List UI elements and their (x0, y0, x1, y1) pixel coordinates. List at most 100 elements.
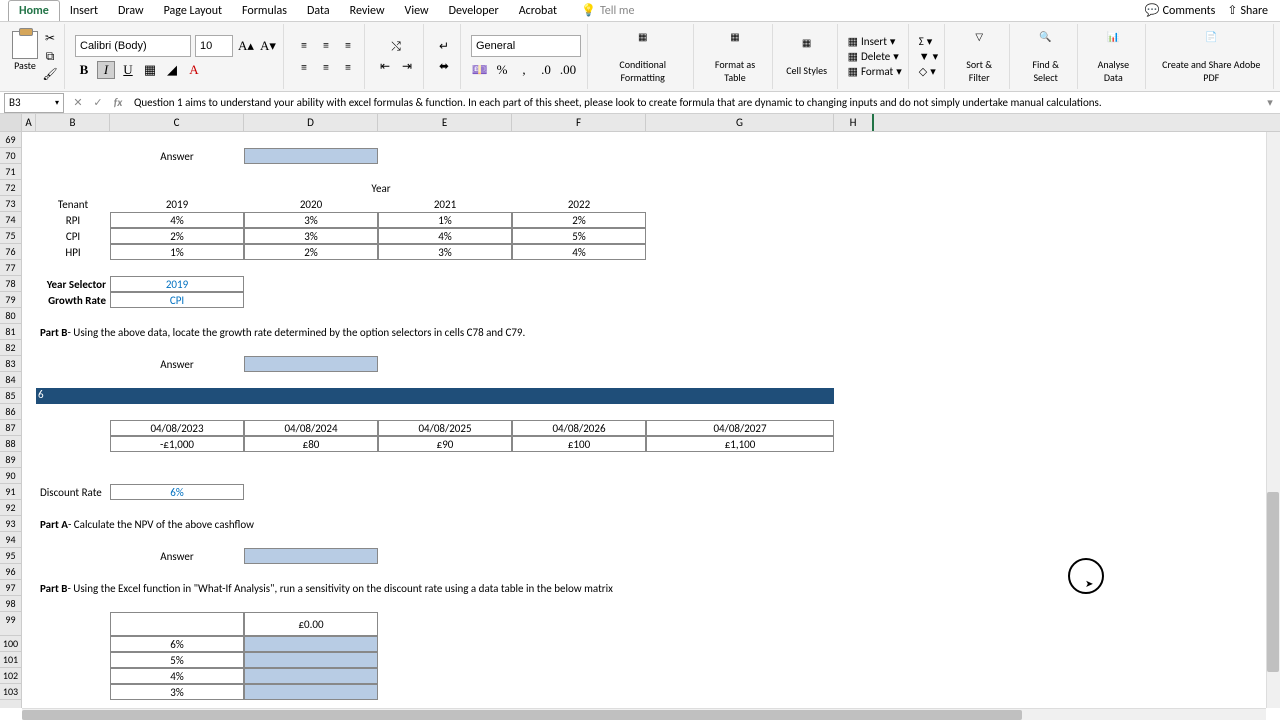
row-header[interactable]: 99 (0, 612, 21, 636)
tab-developer[interactable]: Developer (439, 1, 509, 21)
expand-formula-icon[interactable]: ▾ (1260, 96, 1280, 109)
cancel-formula-icon[interactable]: ✕ (68, 96, 88, 109)
row-header[interactable]: 76 (0, 244, 21, 260)
fill-color-button[interactable]: ◢ (163, 61, 181, 79)
cell[interactable]: 5% (512, 228, 646, 244)
row-header[interactable]: 72 (0, 180, 21, 196)
col-header-f[interactable]: F (512, 114, 646, 131)
format-painter-icon[interactable]: 🖌 (42, 67, 58, 83)
cell[interactable]: 04/08/2027 (646, 420, 834, 436)
col-header-c[interactable]: C (110, 114, 244, 131)
tab-formulas[interactable]: Formulas (232, 1, 297, 21)
conditional-formatting-button[interactable]: ▦Conditional Formatting (598, 30, 687, 84)
cell[interactable]: HPI (36, 244, 110, 260)
col-header-h[interactable]: H (834, 114, 874, 131)
cell[interactable]: CPI (36, 228, 110, 244)
cell[interactable]: 04/08/2025 (378, 420, 512, 436)
year-selector-input[interactable]: 2019 (110, 276, 244, 292)
row-header[interactable]: 94 (0, 532, 21, 548)
cell[interactable]: 4% (378, 228, 512, 244)
cell[interactable]: 2% (244, 244, 378, 260)
row-header[interactable]: 100 (0, 636, 21, 652)
increase-font-icon[interactable]: A▴ (237, 37, 255, 55)
cell[interactable] (244, 636, 378, 652)
answer-cell[interactable] (244, 548, 378, 564)
row-header[interactable]: 89 (0, 452, 21, 468)
formula-input[interactable]: Question 1 aims to understand your abili… (128, 96, 1260, 109)
row-header[interactable]: 78 (0, 276, 21, 292)
cell[interactable]: 2020 (244, 196, 378, 212)
clear-button[interactable]: ◇▾ (919, 65, 938, 78)
cell[interactable]: 2021 (378, 196, 512, 212)
paste-button[interactable]: Paste (12, 31, 38, 83)
cell[interactable] (244, 652, 378, 668)
tell-me[interactable]: 💡Tell me (581, 3, 634, 18)
answer-cell[interactable] (244, 148, 378, 164)
align-top-icon[interactable]: ≡ (294, 36, 314, 56)
tab-draw[interactable]: Draw (108, 1, 154, 21)
cell[interactable]: 3% (244, 228, 378, 244)
align-right-icon[interactable]: ≡ (338, 58, 358, 78)
cell[interactable]: 3% (110, 684, 244, 700)
row-header[interactable]: 97 (0, 580, 21, 596)
row-header[interactable]: 81 (0, 324, 21, 340)
adobe-pdf-button[interactable]: 📄Create and Share Adobe PDF (1156, 30, 1268, 84)
row-header[interactable]: 103 (0, 684, 21, 700)
row-header[interactable]: 102 (0, 668, 21, 684)
cell[interactable] (110, 612, 244, 636)
cell[interactable]: 2019 (110, 196, 244, 212)
row-header[interactable]: 75 (0, 228, 21, 244)
row-header[interactable]: 83 (0, 356, 21, 372)
horizontal-scrollbar[interactable] (22, 708, 1266, 720)
cell[interactable] (244, 684, 378, 700)
cell[interactable]: £90 (378, 436, 512, 452)
col-header-b[interactable]: B (36, 114, 110, 131)
cell[interactable]: -£1,000 (110, 436, 244, 452)
cell[interactable]: 4% (110, 212, 244, 228)
answer-cell[interactable] (244, 356, 378, 372)
select-all-button[interactable] (0, 114, 22, 131)
row-header[interactable]: 70 (0, 148, 21, 164)
row-header[interactable]: 80 (0, 308, 21, 324)
borders-button[interactable]: ▦ (141, 61, 159, 79)
share-button[interactable]: ⇧Share (1227, 3, 1268, 18)
fx-icon[interactable]: fx (108, 96, 128, 109)
merge-icon[interactable]: ⬌ (434, 57, 454, 77)
worksheet-cells[interactable]: Answer Year Tenant2019202020212022 RPI4%… (22, 132, 1280, 708)
tab-review[interactable]: Review (340, 1, 395, 21)
cell[interactable]: 6% (110, 636, 244, 652)
row-header[interactable]: 91 (0, 484, 21, 500)
cell[interactable]: 1% (110, 244, 244, 260)
tab-insert[interactable]: Insert (60, 1, 108, 21)
col-header-d[interactable]: D (244, 114, 378, 131)
row-header[interactable]: 95 (0, 548, 21, 564)
cell[interactable]: 1% (378, 212, 512, 228)
vertical-scrollbar[interactable] (1266, 132, 1280, 708)
row-header[interactable]: 79 (0, 292, 21, 308)
cell[interactable]: £0.00 (244, 612, 378, 636)
italic-button[interactable]: I (97, 61, 115, 79)
cell[interactable]: 2% (110, 228, 244, 244)
bold-button[interactable]: B (75, 61, 93, 79)
enter-formula-icon[interactable]: ✓ (88, 96, 108, 109)
accounting-icon[interactable]: 💷 (471, 61, 489, 79)
delete-cells-button[interactable]: ▦Delete ▾ (848, 50, 902, 63)
row-header[interactable]: 84 (0, 372, 21, 388)
cell[interactable]: RPI (36, 212, 110, 228)
row-header[interactable]: 73 (0, 196, 21, 212)
row-header[interactable]: 87 (0, 420, 21, 436)
find-select-button[interactable]: 🔍Find & Select (1020, 30, 1071, 84)
copy-icon[interactable]: ⧉ (42, 49, 58, 65)
row-header[interactable]: 77 (0, 260, 21, 276)
align-left-icon[interactable]: ≡ (294, 58, 314, 78)
row-header[interactable]: 88 (0, 436, 21, 452)
row-header[interactable]: 101 (0, 652, 21, 668)
number-format-select[interactable] (471, 35, 581, 57)
font-name-select[interactable] (75, 35, 191, 57)
cut-icon[interactable]: ✂ (42, 31, 58, 47)
col-header-a[interactable]: A (22, 114, 36, 131)
cell[interactable]: 04/08/2023 (110, 420, 244, 436)
col-header-e[interactable]: E (378, 114, 512, 131)
sort-filter-button[interactable]: ▽Sort & Filter (955, 30, 1003, 84)
format-as-table-button[interactable]: ▦Format as Table (704, 30, 765, 84)
